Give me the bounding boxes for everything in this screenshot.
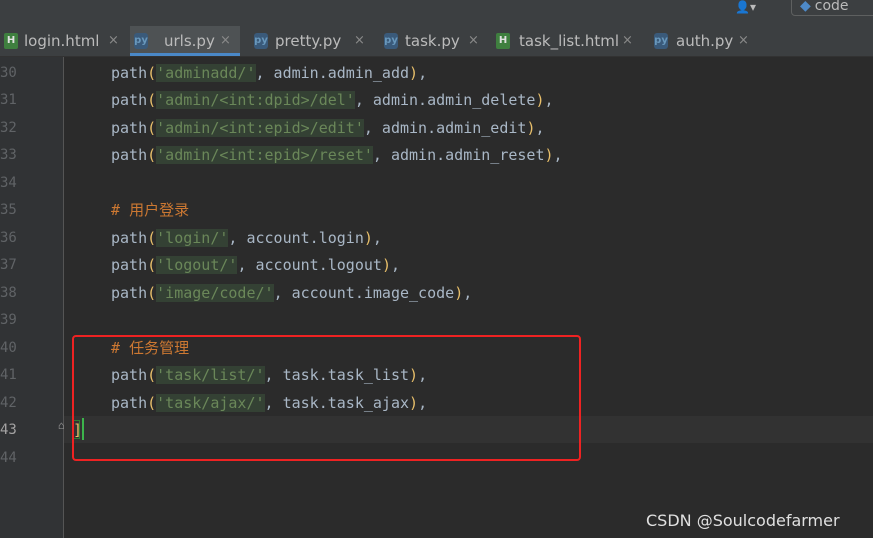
code-line-30: path('adminadd/', admin.admin_add),	[111, 64, 428, 82]
python-icon: ◆	[800, 0, 811, 14]
tab-label: login.html	[24, 32, 100, 50]
code-line-37: path('logout/', account.logout),	[111, 256, 400, 274]
tab-label: task_list.html	[519, 32, 620, 50]
tab-label: urls.py	[164, 32, 215, 50]
line-number-gutter: 30 31 32 33 34 35 36 37 38 39 40 41 42 4…	[0, 57, 64, 538]
code-line-36: path('login/', account.login),	[111, 229, 382, 247]
html-file-icon: H	[4, 33, 18, 49]
close-icon[interactable]: ×	[622, 26, 633, 56]
tab-urls-py[interactable]: py urls.py ×	[130, 26, 240, 56]
python-file-icon: py	[134, 33, 148, 49]
annotation-highlight-box	[72, 335, 581, 461]
editor-tab-bar: H login.html × py urls.py × py pretty.py…	[0, 26, 873, 57]
fold-icon[interactable]: ⌂	[58, 419, 68, 433]
tab-pretty-py[interactable]: py pretty.py ×	[242, 26, 370, 56]
code-comment-user-login: # 用户登录	[111, 201, 190, 219]
tab-login-html[interactable]: H login.html ×	[0, 26, 128, 56]
close-icon[interactable]: ×	[220, 26, 231, 56]
tab-task-py[interactable]: py task.py ×	[372, 26, 484, 56]
line-number-current: 43	[0, 422, 17, 438]
close-icon[interactable]: ×	[354, 26, 365, 56]
line-number: 38	[0, 285, 17, 301]
line-number: 35	[0, 202, 17, 218]
line-number: 34	[0, 175, 17, 191]
tab-auth-py[interactable]: py auth.py ×	[644, 26, 762, 56]
line-number: 40	[0, 340, 17, 356]
close-icon[interactable]: ×	[108, 26, 119, 56]
line-number: 33	[0, 147, 17, 163]
line-number: 44	[0, 450, 17, 466]
line-number: 32	[0, 120, 17, 136]
python-file-icon: py	[654, 33, 668, 49]
tab-task-list-html[interactable]: H task_list.html ×	[486, 26, 642, 56]
close-icon[interactable]: ×	[468, 26, 479, 56]
watermark: CSDN @Soulcodefarmer	[646, 511, 840, 530]
line-number: 30	[0, 65, 17, 81]
line-number: 39	[0, 312, 17, 328]
run-config-selector[interactable]: ◆ code	[791, 0, 873, 16]
python-file-icon: py	[254, 33, 268, 49]
line-number: 37	[0, 257, 17, 273]
code-line-32: path('admin/<int:epid>/edit', admin.admi…	[111, 119, 545, 137]
code-line-33: path('admin/<int:epid>/reset', admin.adm…	[111, 146, 563, 164]
tab-label: task.py	[405, 32, 460, 50]
line-number: 41	[0, 367, 17, 383]
python-file-icon: py	[384, 33, 398, 49]
code-editor[interactable]: path('adminadd/', admin.admin_add), path…	[58, 57, 873, 538]
run-config-label: code	[814, 0, 849, 14]
html-file-icon: H	[496, 33, 510, 49]
line-number: 42	[0, 395, 17, 411]
user-icon[interactable]: 👤▾	[735, 0, 771, 16]
top-toolbar: 👤▾ ◆ code	[0, 0, 873, 26]
close-icon[interactable]: ×	[738, 26, 749, 56]
line-number: 31	[0, 92, 17, 108]
tab-label: pretty.py	[275, 32, 342, 50]
tab-label: auth.py	[676, 32, 734, 50]
code-line-38: path('image/code/', account.image_code),	[111, 284, 473, 302]
line-number: 36	[0, 230, 17, 246]
code-line-31: path('admin/<int:dpid>/del', admin.admin…	[111, 91, 554, 109]
